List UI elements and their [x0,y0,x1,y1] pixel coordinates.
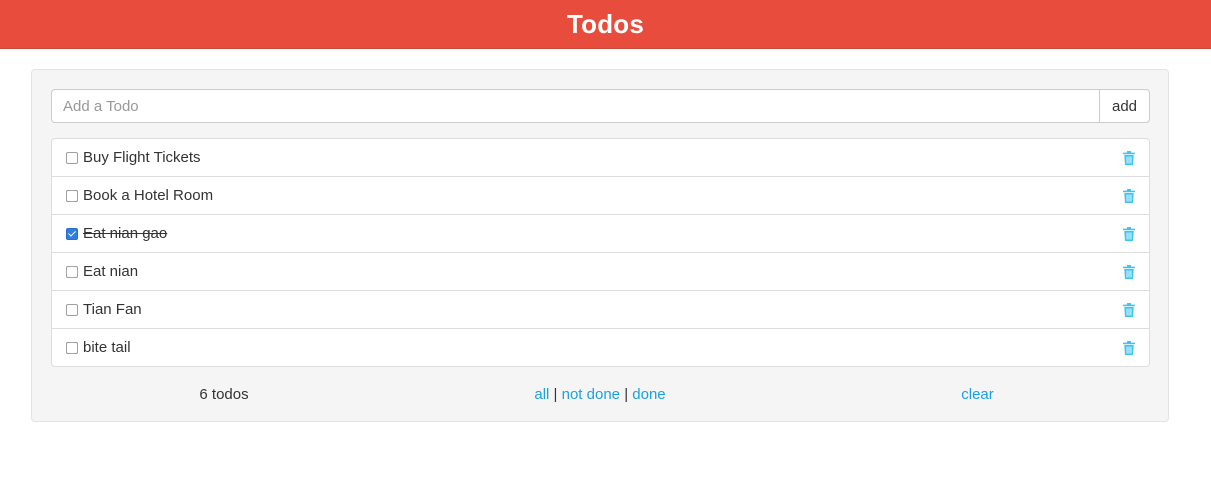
trash-icon[interactable] [1123,188,1135,203]
todo-item: bite tail [52,328,1149,366]
clear-link[interactable]: clear [961,386,994,403]
todo-checkbox[interactable] [66,265,78,278]
todo-item: Eat nian gao [52,214,1149,252]
todo-count: 6 todos [199,386,249,403]
todo-checkbox[interactable] [66,341,78,354]
todo-list: Buy Flight Tickets Book a Hotel Room Eat… [51,138,1150,367]
app-header: Todos [0,0,1211,49]
todo-text: bite tail [83,339,131,356]
trash-icon[interactable] [1123,226,1135,241]
todo-text: Book a Hotel Room [83,187,214,204]
add-button[interactable]: add [1099,89,1150,123]
filter-links: all | not done | done [417,386,783,403]
todo-text: Tian Fan [83,301,142,318]
todo-checkbox[interactable] [66,303,78,316]
todo-text: Buy Flight Tickets [83,149,201,166]
trash-icon[interactable] [1123,150,1135,165]
trash-icon[interactable] [1123,340,1135,355]
filter-all-link[interactable]: all [534,386,549,403]
todo-checkbox[interactable] [66,189,78,202]
page-title: Todos [566,8,645,39]
filter-done-link[interactable]: done [632,386,665,403]
filter-separator: | [553,386,558,403]
todo-item: Eat nian [52,252,1149,290]
todo-text: Eat nian gao [83,225,168,242]
todo-panel: add Buy Flight Tickets Book a Hotel Room [31,69,1169,422]
filter-separator: | [624,386,629,403]
clear-container: clear [783,386,1172,403]
todo-footer: 6 todos all | not done | done clear [51,386,1150,406]
todo-item: Buy Flight Tickets [52,139,1149,176]
filter-not-done-link[interactable]: not done [562,386,620,403]
todo-checkbox[interactable] [66,227,78,240]
todo-item: Tian Fan [52,290,1149,328]
trash-icon[interactable] [1123,302,1135,317]
todo-checkbox[interactable] [66,151,78,164]
todo-item: Book a Hotel Room [52,176,1149,214]
trash-icon[interactable] [1123,264,1135,279]
add-todo-form: add [51,89,1150,123]
todo-text: Eat nian [83,263,139,280]
add-todo-input[interactable] [51,89,1099,123]
